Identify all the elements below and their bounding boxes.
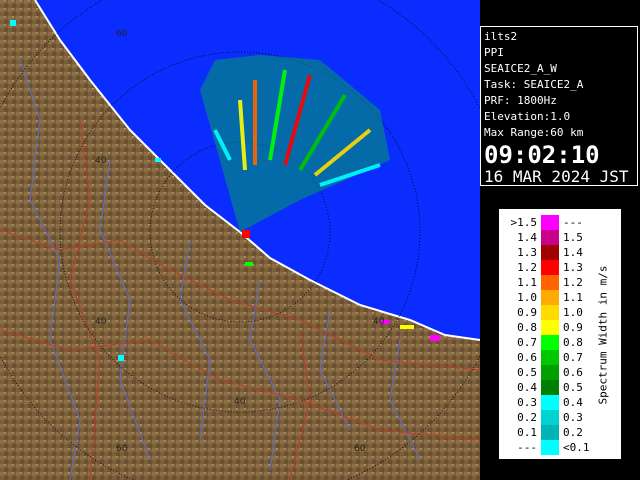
legend-low-value: 1.0 [517, 291, 537, 304]
legend-low-value: 0.9 [517, 306, 537, 319]
max-range-value: Max Range:60 km [484, 126, 584, 139]
legend-row: 1.3 1.4 [499, 245, 621, 260]
legend-high-value: 0.5 [563, 381, 583, 394]
range-label: 40 [95, 156, 107, 166]
legend-low-value: 0.7 [517, 336, 537, 349]
scan-mode: PPI [484, 46, 504, 59]
legend-swatch [541, 335, 559, 350]
radar-name: ilts2 [484, 30, 518, 43]
legend-low-value: --- [517, 441, 537, 454]
scan-time: 09:02:10 [484, 141, 600, 169]
legend-low-value: 0.8 [517, 321, 537, 334]
legend-high-value: 1.4 [563, 246, 583, 259]
legend-high-value: <0.1 [563, 441, 590, 454]
legend-high-value: 1.0 [563, 306, 583, 319]
legend-high-value: 0.7 [563, 351, 583, 364]
legend-high-value: 1.1 [563, 291, 583, 304]
legend-swatch [541, 395, 559, 410]
range-label: 60 [116, 29, 128, 39]
legend-high-value: 1.5 [563, 231, 583, 244]
legend-swatch [541, 350, 559, 365]
legend-swatch [541, 215, 559, 230]
scan-date: 16 MAR 2024 JST [484, 167, 629, 186]
legend-swatch [541, 290, 559, 305]
legend-swatch [541, 425, 559, 440]
legend-swatch [541, 410, 559, 425]
legend-swatch [541, 440, 559, 455]
legend-swatch [541, 230, 559, 245]
legend-row: 0.1 0.2 [499, 425, 621, 440]
range-label: 40 [95, 317, 107, 327]
legend-high-value: 0.8 [563, 336, 583, 349]
legend-title: Spectrum Width in m/s [596, 265, 610, 405]
legend-swatch [541, 275, 559, 290]
legend-swatch [541, 320, 559, 335]
legend-low-value: 1.3 [517, 246, 537, 259]
prf-value: PRF: 1800Hz [484, 94, 557, 107]
legend-low-value: 0.3 [517, 396, 537, 409]
task-name: Task: SEAICE2_A [484, 78, 584, 91]
legend-low-value: 0.6 [517, 351, 537, 364]
scan-info-panel: ilts2 PPI SEAICE2_A_W Task: SEAICE2_A PR… [480, 26, 638, 186]
legend-low-value: >1.5 [510, 216, 538, 229]
legend-swatch [541, 365, 559, 380]
radar-ppi-map: 60 40 40 40 40 60 60 [0, 0, 480, 480]
legend-swatch [541, 245, 559, 260]
legend-high-value: 0.6 [563, 366, 583, 379]
legend-low-value: 0.2 [517, 411, 537, 424]
legend-row: 1.4 1.5 [499, 230, 621, 245]
range-label: 60 [354, 444, 366, 454]
legend-low-value: 1.1 [517, 276, 537, 289]
legend-row: >1.5 --- [499, 215, 621, 230]
legend-high-value: --- [563, 216, 583, 229]
legend-low-value: 1.2 [517, 261, 537, 274]
range-label: 40 [373, 317, 385, 327]
legend-low-value: 0.5 [517, 366, 537, 379]
legend-high-value: 0.9 [563, 321, 583, 334]
legend-low-value: 1.4 [517, 231, 537, 244]
legend-high-value: 0.4 [563, 396, 583, 409]
legend-swatch [541, 305, 559, 320]
legend-low-value: 0.4 [517, 381, 537, 394]
elevation-value: Elevation:1.0 [484, 110, 571, 123]
range-label: 60 [116, 444, 128, 454]
legend-high-value: 1.3 [563, 261, 583, 274]
legend-high-value: 1.2 [563, 276, 583, 289]
legend-high-value: 0.3 [563, 411, 583, 424]
scan-name: SEAICE2_A_W [484, 62, 557, 75]
legend-high-value: 0.2 [563, 426, 583, 439]
legend-row: --- <0.1 [499, 440, 621, 455]
legend-row: 0.2 0.3 [499, 410, 621, 425]
range-label: 40 [234, 397, 246, 407]
legend-low-value: 0.1 [517, 426, 537, 439]
legend-swatch [541, 260, 559, 275]
color-legend: >1.5 --- 1.4 1.5 1.3 1.4 1.2 1.3 1.1 1.2 1.0 1.1 0.9… [498, 208, 622, 460]
legend-swatch [541, 380, 559, 395]
